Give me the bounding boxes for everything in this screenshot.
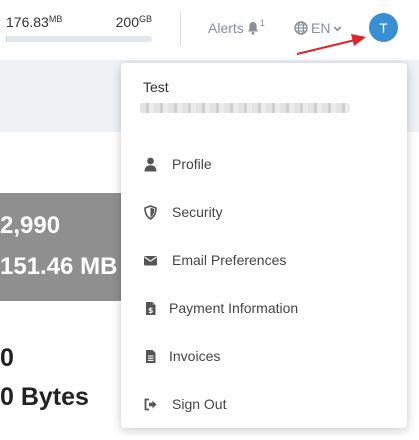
menu-item-label: Invoices	[169, 348, 221, 364]
storage-usage: 176.83MB 200GB	[6, 14, 152, 42]
storage-used: 176.83MB	[6, 14, 63, 30]
envelope-icon	[144, 255, 157, 265]
stat-value-3: 0	[0, 344, 14, 372]
user-name: Test	[143, 79, 169, 95]
alerts-count: 1	[259, 18, 265, 28]
menu-item-label: Payment Information	[169, 300, 299, 316]
avatar[interactable]: T	[369, 13, 398, 42]
bell-icon	[247, 22, 258, 35]
menu-item-security[interactable]: Security	[121, 195, 407, 229]
user-email-redacted	[140, 103, 350, 113]
svg-text:$: $	[148, 306, 153, 315]
user-icon	[144, 157, 157, 171]
storage-progress-bar	[6, 36, 152, 42]
stat-value-4: 0 Bytes	[0, 383, 89, 411]
stat-value-1: 2,990	[0, 212, 61, 239]
menu-item-payment-information[interactable]: $ Payment Information	[121, 291, 407, 325]
storage-progress-fill	[6, 36, 7, 42]
menu-item-invoices[interactable]: Invoices	[121, 339, 407, 373]
menu-item-profile[interactable]: Profile	[121, 147, 407, 181]
alerts-label: Alerts	[208, 20, 244, 36]
menu-item-label: Profile	[172, 156, 212, 172]
user-dropdown-menu: Test Profile Security Email Preferences …	[121, 63, 407, 428]
menu-item-sign-out[interactable]: Sign Out	[121, 387, 407, 421]
shield-icon	[144, 204, 157, 220]
globe-icon	[294, 21, 308, 35]
stats-card	[0, 193, 125, 301]
header-divider	[180, 12, 181, 46]
sign-out-icon	[144, 398, 157, 410]
stat-value-2: 151.46 MB	[0, 253, 118, 280]
language-selector[interactable]: EN	[294, 20, 342, 36]
avatar-initial: T	[379, 19, 388, 36]
menu-item-label: Email Preferences	[172, 252, 287, 268]
alerts-button[interactable]: Alerts 1	[208, 18, 265, 36]
top-header: 176.83MB 200GB Alerts 1 EN T	[0, 0, 419, 60]
storage-total: 200GB	[115, 14, 152, 30]
language-code: EN	[311, 20, 331, 36]
menu-item-email-preferences[interactable]: Email Preferences	[121, 243, 407, 277]
menu-item-label: Sign Out	[172, 396, 227, 412]
invoice-dollar-icon: $	[146, 301, 156, 315]
chevron-down-icon	[334, 25, 342, 31]
menu-item-label: Security	[172, 204, 223, 220]
document-icon	[146, 349, 156, 363]
